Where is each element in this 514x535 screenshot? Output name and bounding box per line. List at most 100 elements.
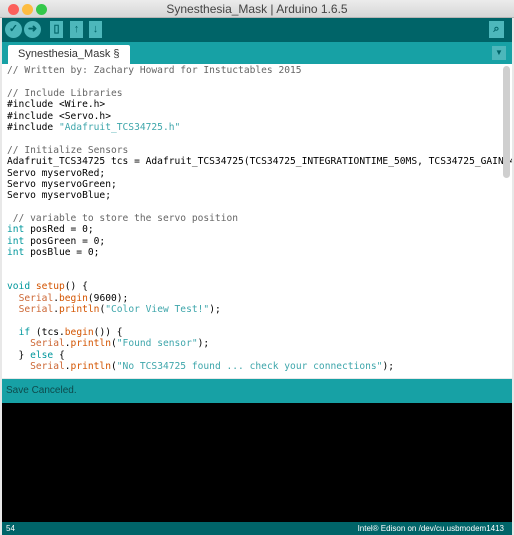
code-token: begin (64, 326, 94, 338)
tab-bar: Synesthesia_Mask § ▼ (2, 42, 512, 64)
code-token: ()) { (93, 326, 123, 338)
check-icon: ✓ (8, 23, 19, 35)
code-token: setup (35, 281, 65, 293)
line-number: 54 (6, 524, 15, 533)
code-line: // Include Libraries (7, 88, 512, 99)
code-token: "Adafruit_TCS34725.h" (58, 121, 181, 133)
code-token: // variable to store the servo position (7, 213, 239, 225)
code-token: #include <Wire.h> (7, 99, 106, 111)
new-button[interactable]: ▯ (50, 21, 63, 38)
code-line: void setup() { (7, 281, 512, 292)
code-token: { (53, 349, 65, 361)
verify-button[interactable]: ✓ (5, 21, 22, 38)
magnifier-icon: ⌕ (493, 23, 500, 35)
upload-button[interactable]: ➜ (24, 21, 41, 38)
code-line: Servo myservoBlue; (7, 190, 512, 201)
status-bar: Save Canceled. (2, 379, 512, 403)
code-line: Serial.begin(9600); (7, 293, 512, 304)
code-token: // Initialize Sensors (7, 144, 129, 156)
minimize-window-button[interactable] (22, 4, 33, 15)
code-token: "Found sensor" (116, 338, 198, 350)
code-token: ); (382, 361, 395, 373)
code-line: // variable to store the servo position (7, 213, 512, 224)
code-line: Servo myservoRed; (7, 168, 512, 179)
code-token: Serial (30, 338, 65, 350)
code-token: Serial (18, 292, 54, 304)
code-token: #include <Servo.h> (7, 110, 111, 122)
code-token: Adafruit_TCS34725 tcs = Adafruit_TCS3472… (7, 156, 512, 168)
code-token: if (18, 326, 31, 338)
code-token: posRed = 0; (24, 224, 94, 236)
code-token: } (7, 349, 31, 361)
code-token: println (70, 361, 111, 373)
code-token: Servo myservoBlue; (7, 190, 111, 202)
vertical-scrollbar[interactable] (503, 66, 510, 178)
code-line: } else { (7, 350, 512, 361)
arrow-up-icon: ↑ (73, 23, 80, 35)
code-text[interactable]: // Written by: Zachary Howard for Instuc… (7, 65, 512, 373)
code-token: ); (197, 338, 210, 350)
code-line: // Written by: Zachary Howard for Instuc… (7, 65, 512, 76)
code-line: #include <Wire.h> (7, 99, 512, 110)
code-token: posGreen = 0; (24, 235, 106, 247)
code-token: else (30, 349, 54, 361)
arrow-right-icon: ➜ (27, 23, 38, 35)
code-token: Servo myservoRed; (7, 167, 106, 179)
code-editor[interactable]: // Written by: Zachary Howard for Instuc… (2, 64, 512, 378)
board-port-info: Intel® Edison on /dev/cu.usbmodem1413 (357, 524, 504, 533)
code-token: // Written by: Zachary Howard for Instuc… (7, 65, 302, 76)
code-token: Serial (30, 361, 65, 373)
code-token: Servo myservoGreen; (7, 178, 117, 190)
serial-monitor-button[interactable]: ⌕ (489, 21, 504, 38)
code-token: (9600); (87, 292, 129, 304)
status-message: Save Canceled. (6, 385, 77, 396)
open-button[interactable]: ↑ (70, 21, 83, 38)
code-token: int (7, 247, 25, 259)
code-token: int (7, 235, 25, 247)
code-token: posBlue = 0; (24, 247, 100, 259)
toolbar: ✓ ➜ ▯ ↑ ↓ ⌕ (2, 18, 512, 42)
code-line: int posRed = 0; (7, 224, 512, 235)
console-output[interactable] (2, 403, 512, 522)
zoom-window-button[interactable] (36, 4, 47, 15)
code-token: Serial (18, 304, 54, 316)
code-token: println (70, 338, 111, 350)
code-line: #include <Servo.h> (7, 111, 512, 122)
close-window-button[interactable] (8, 4, 19, 15)
code-token: ); (209, 304, 221, 316)
code-line: Serial.println("Found sensor"); (7, 338, 512, 349)
code-line: Adafruit_TCS34725 tcs = Adafruit_TCS3472… (7, 156, 512, 167)
tab-menu-button[interactable]: ▼ (492, 46, 506, 60)
code-line: int posBlue = 0; (7, 247, 512, 258)
footer-bar: 54 Intel® Edison on /dev/cu.usbmodem1413 (2, 522, 512, 535)
code-token: "No TCS34725 found ... check your connec… (116, 361, 383, 373)
code-token: println (59, 304, 100, 316)
code-token: void (7, 281, 31, 293)
code-token: begin (59, 292, 88, 304)
code-token: // Include Libraries (7, 87, 123, 99)
tab-synesthesia-mask[interactable]: Synesthesia_Mask § (8, 45, 130, 64)
code-line: #include "Adafruit_TCS34725.h" (7, 122, 512, 133)
code-line: if (tcs.begin()) { (7, 327, 512, 338)
code-token: (tcs. (30, 326, 65, 338)
code-token: "Color View Test!" (105, 304, 210, 316)
code-token: #include (7, 121, 59, 133)
save-button[interactable]: ↓ (89, 21, 102, 38)
code-line: int posGreen = 0; (7, 236, 512, 247)
title-bar: Synesthesia_Mask | Arduino 1.6.5 (0, 0, 514, 18)
window-title: Synesthesia_Mask | Arduino 1.6.5 (166, 2, 348, 16)
code-line: Serial.println("Color View Test!"); (7, 304, 512, 315)
code-line: // Initialize Sensors (7, 145, 512, 156)
code-line: Servo myservoGreen; (7, 179, 512, 190)
chevron-down-icon: ▼ (495, 48, 503, 57)
